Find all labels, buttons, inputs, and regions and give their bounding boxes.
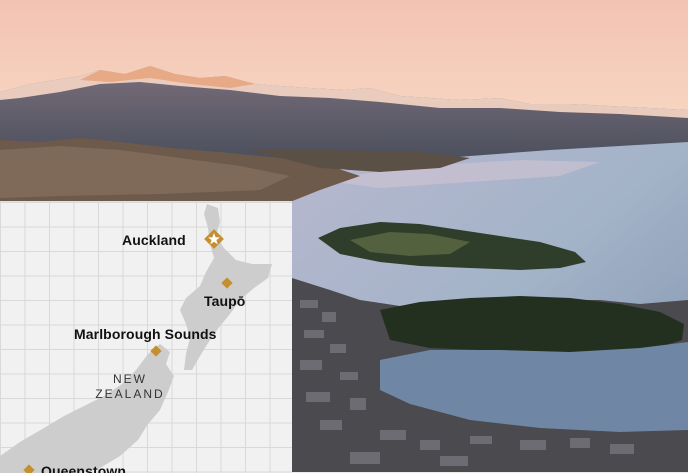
taupo-marker-icon [221,277,233,289]
new-zealand-map: Auckland Taupō Marlborough Sounds Queens… [0,201,292,473]
country-label-line1: NEW [113,372,147,386]
marlborough-sounds-label: Marlborough Sounds [74,326,217,342]
marlborough-sounds-marker-icon [150,345,162,357]
south-island-shape [0,344,174,473]
country-label: NEW ZEALAND [90,372,170,402]
auckland-label: Auckland [122,232,186,248]
taupo-label: Taupō [204,293,246,309]
auckland-marker-icon [204,229,224,249]
country-label-line2: ZEALAND [95,387,165,401]
